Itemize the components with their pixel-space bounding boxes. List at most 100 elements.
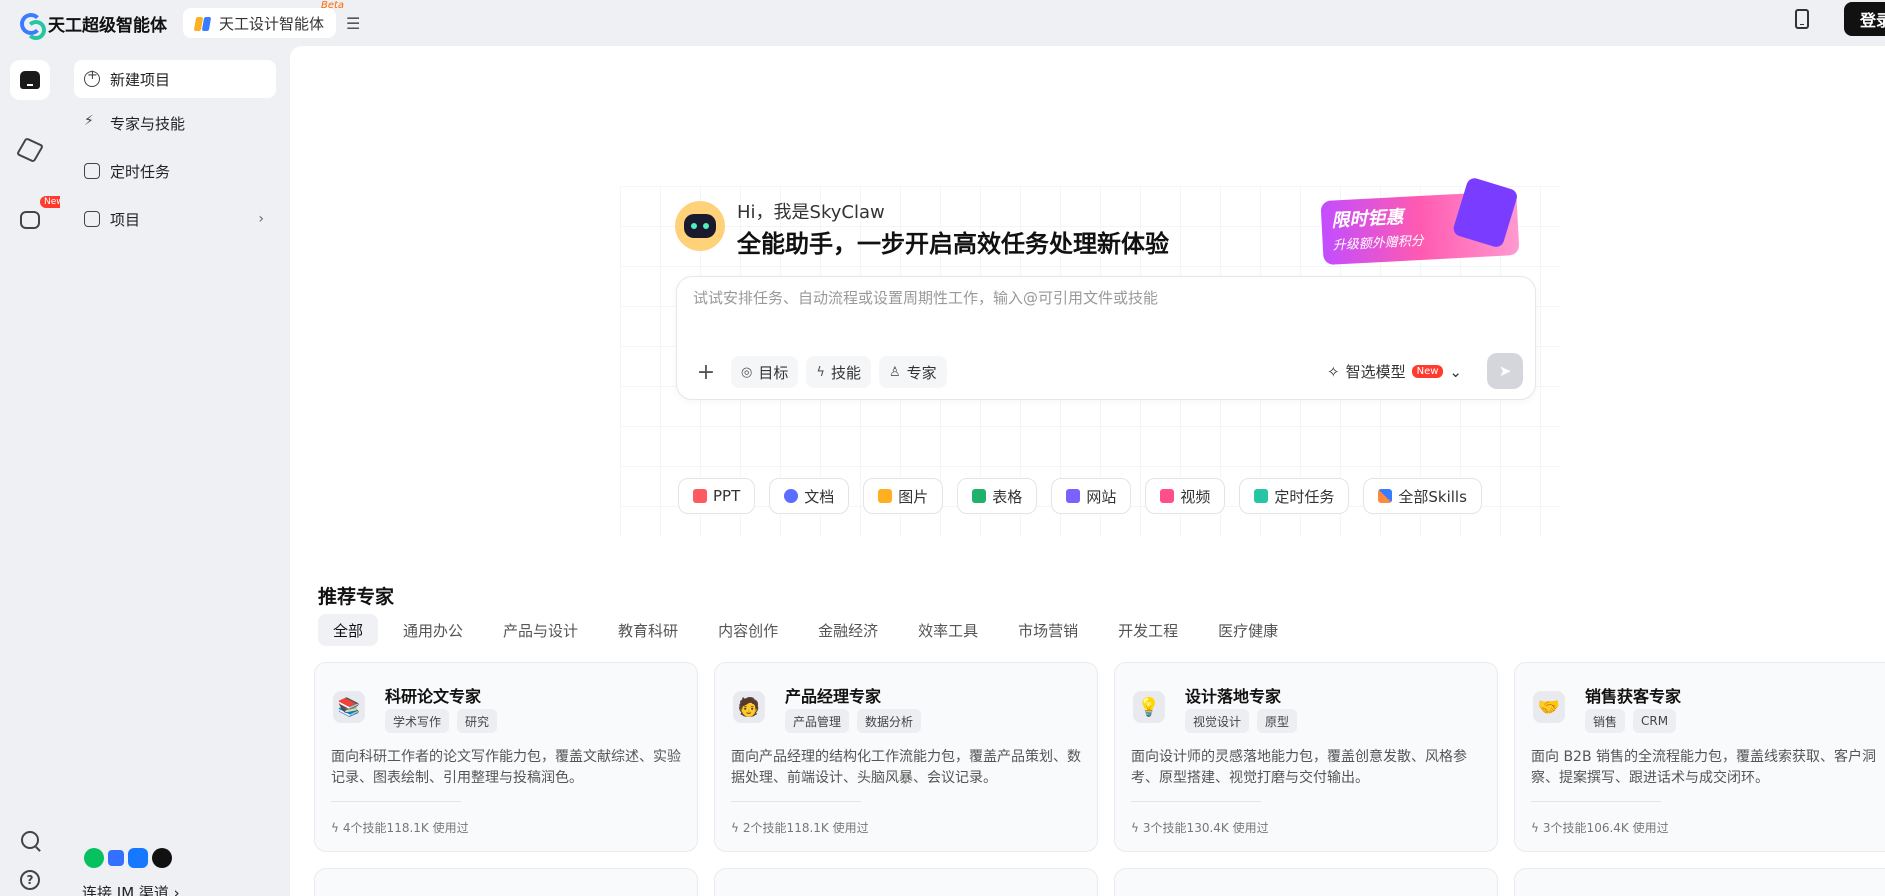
rail-home-button[interactable] (10, 60, 50, 100)
expert-card[interactable]: 💡 设计落地专家 视觉设计 原型 面向设计师的灵感落地能力包，覆盖创意发散、风格… (1114, 662, 1498, 852)
quick-website[interactable]: 网站 (1051, 478, 1132, 514)
expert-usage: 4个技能118.1K 使用过 (342, 821, 469, 835)
tab-content-creation[interactable]: 内容创作 (703, 614, 793, 646)
expert-tag: 销售 (1585, 709, 1626, 733)
rail-search-button[interactable] (10, 820, 50, 860)
nav-label: 项目 (110, 210, 141, 229)
nav-experts-skills[interactable]: 专家与技能 (74, 104, 276, 142)
tab-product-design[interactable]: 产品与设计 (488, 614, 593, 646)
expert-card[interactable]: 🤝 销售获客专家 销售 CRM 面向 B2B 销售的全流程能力包，覆盖线索获取、… (1514, 662, 1885, 852)
nav-projects[interactable]: 项目 › (74, 200, 276, 238)
quick-video[interactable]: 视频 (1145, 478, 1226, 514)
card-divider (331, 801, 461, 802)
quick-sheet[interactable]: 表格 (957, 478, 1038, 514)
main-content: Hi，我是SkyClaw 全能助手，一步开启高效任务处理新体验 限时钜惠 升级额… (290, 46, 1885, 896)
im-channel-icons[interactable] (84, 848, 172, 868)
expert-tags: 产品管理 数据分析 (785, 709, 922, 733)
expert-card[interactable] (1514, 868, 1885, 896)
tab-engineering[interactable]: 开发工程 (1103, 614, 1193, 646)
brand-logo-icon (18, 12, 46, 40)
feishu-icon (108, 850, 124, 866)
lightning-icon: ϟ (1131, 820, 1139, 835)
chat-icon (20, 211, 40, 229)
task-input[interactable] (693, 289, 1513, 307)
chevron-right-icon: › (258, 211, 264, 227)
left-rail: New ? (0, 46, 68, 896)
expert-description: 面向科研工作者的论文写作能力包，覆盖文献综述、实验记录、图表绘制、引用整理与投稿… (331, 749, 681, 786)
calendar-clock-icon (1254, 489, 1269, 503)
greeting-hi: Hi，我是SkyClaw (737, 202, 885, 223)
search-icon (21, 831, 39, 849)
tab-finance[interactable]: 金融经济 (803, 614, 893, 646)
nav-label: 专家与技能 (110, 114, 186, 133)
login-button[interactable]: 登录 (1844, 2, 1885, 36)
expert-tag: 原型 (1257, 709, 1298, 733)
expert-button[interactable]: ♙ 专家 (878, 356, 947, 388)
composer-tools: + ◎ 目标 ϟ 技能 ♙ 专家 (689, 355, 947, 389)
side-nav: 新建项目 专家与技能 定时任务 项目 › 连接 IM 渠道 › (60, 46, 290, 896)
tab-productivity[interactable]: 效率工具 (903, 614, 993, 646)
quick-image[interactable]: 图片 (863, 478, 944, 514)
tab-general-office[interactable]: 通用办公 (388, 614, 478, 646)
category-tabs: 全部 通用办公 产品与设计 教育科研 内容创作 金融经济 效率工具 市场营销 开… (318, 614, 1293, 646)
attach-plus-button[interactable]: + (689, 355, 723, 389)
magic-wand-icon: ✧ (1327, 362, 1340, 381)
quick-label: 图片 (898, 487, 929, 506)
expert-title: 设计落地专家 (1185, 687, 1282, 706)
quick-ppt[interactable]: PPT (678, 478, 756, 514)
connect-im-link[interactable]: 连接 IM 渠道 › (82, 882, 180, 896)
expert-description: 面向产品经理的结构化工作流能力包，覆盖产品策划、数据处理、前端设计、头脑风暴、会… (731, 749, 1081, 786)
nav-new-project[interactable]: 新建项目 (74, 60, 276, 98)
model-selector[interactable]: ✧ 智选模型 New ⌄ (1327, 361, 1462, 382)
nav-label: 新建项目 (110, 70, 171, 89)
tool-label: 目标 (758, 363, 789, 382)
expert-meta: ϟ 4个技能118.1K 使用过 (331, 819, 469, 836)
rail-help-button[interactable]: ? (10, 860, 50, 896)
send-button[interactable]: ➤ (1487, 353, 1523, 389)
expert-tags: 视觉设计 原型 (1185, 709, 1298, 733)
skill-button[interactable]: ϟ 技能 (806, 356, 871, 388)
tab-marketing[interactable]: 市场营销 (1003, 614, 1093, 646)
expert-card[interactable] (714, 868, 1098, 896)
expert-title: 科研论文专家 (385, 687, 482, 706)
tab-healthcare[interactable]: 医疗健康 (1203, 614, 1293, 646)
goal-button[interactable]: ◎ 目标 (731, 356, 799, 388)
expert-card[interactable]: 📚 科研论文专家 学术写作 研究 面向科研工作者的论文写作能力包，覆盖文献综述、… (314, 662, 698, 852)
promo-banner[interactable]: 限时钜惠 升级额外赠积分 (1320, 176, 1520, 266)
tool-label: 专家 (906, 363, 937, 382)
rail-cube-button[interactable] (10, 130, 50, 170)
mobile-phone-icon[interactable] (1795, 9, 1809, 29)
lightning-icon (84, 115, 100, 131)
expert-card[interactable] (314, 868, 698, 896)
expert-usage: 2个技能118.1K 使用过 (742, 821, 869, 835)
qq-icon (152, 848, 172, 868)
expert-cards-row-2 (314, 868, 1885, 896)
expert-cards: 📚 科研论文专家 学术写作 研究 面向科研工作者的论文写作能力包，覆盖文献综述、… (314, 662, 1885, 852)
quick-label: 表格 (992, 487, 1023, 506)
expert-card[interactable] (1114, 868, 1498, 896)
quick-scheduled[interactable]: 定时任务 (1239, 478, 1350, 514)
brand[interactable]: 天工超级智能体 (18, 11, 167, 40)
card-divider (1531, 801, 1661, 802)
tab-education-research[interactable]: 教育科研 (603, 614, 693, 646)
skills-grid-icon (1378, 489, 1393, 503)
lightning-icon: ϟ (331, 820, 339, 835)
lightning-icon: ϟ (816, 364, 825, 380)
quick-all-skills[interactable]: 全部Skills (1363, 478, 1482, 514)
card-divider (731, 801, 861, 802)
beta-badge: Beta (320, 0, 345, 11)
dingtalk-icon (128, 848, 148, 868)
top-bar: 天工超级智能体 天工设计智能体 Beta ☰ 登录 (0, 0, 1885, 46)
rail-chat-button[interactable]: New (10, 196, 68, 240)
tab-all[interactable]: 全部 (318, 614, 379, 646)
expert-card[interactable]: 🧑 产品经理专家 产品管理 数据分析 面向产品经理的结构化工作流能力包，覆盖产品… (714, 662, 1098, 852)
target-icon: ◎ (741, 364, 753, 380)
tab-design-agent[interactable]: 天工设计智能体 Beta (183, 0, 344, 38)
quick-actions: PPT 文档 图片 表格 网站 视频 定时任务 全部Skills (678, 478, 1482, 514)
quick-doc[interactable]: 文档 (769, 478, 850, 514)
menu-toggle-icon[interactable]: ☰ (346, 14, 360, 33)
expert-meta: ϟ 2个技能118.1K 使用过 (731, 819, 869, 836)
tab-label: 天工设计智能体 (219, 14, 325, 33)
nav-scheduled-tasks[interactable]: 定时任务 (74, 152, 276, 190)
expert-tags: 销售 CRM (1585, 709, 1677, 733)
